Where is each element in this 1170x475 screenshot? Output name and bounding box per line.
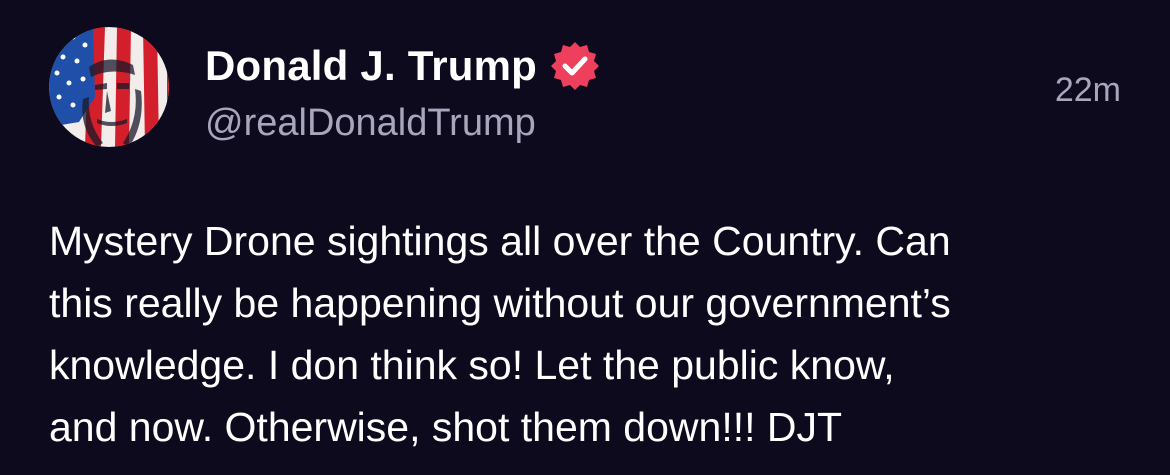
avatar-flag-portrait-icon	[49, 27, 169, 147]
author-row: Donald J. Trump	[205, 40, 601, 92]
author-display-name[interactable]: Donald J. Trump	[205, 42, 537, 90]
author-handle[interactable]: @realDonaldTrump	[205, 102, 536, 145]
post-card[interactable]: Donald J. Trump @realDonaldTrump 22m Mys…	[0, 0, 1170, 475]
avatar[interactable]	[49, 27, 169, 147]
post-body-text: Mystery Drone sightings all over the Cou…	[49, 218, 951, 450]
post-timestamp[interactable]: 22m	[1055, 71, 1121, 110]
verified-badge-icon	[549, 40, 601, 92]
